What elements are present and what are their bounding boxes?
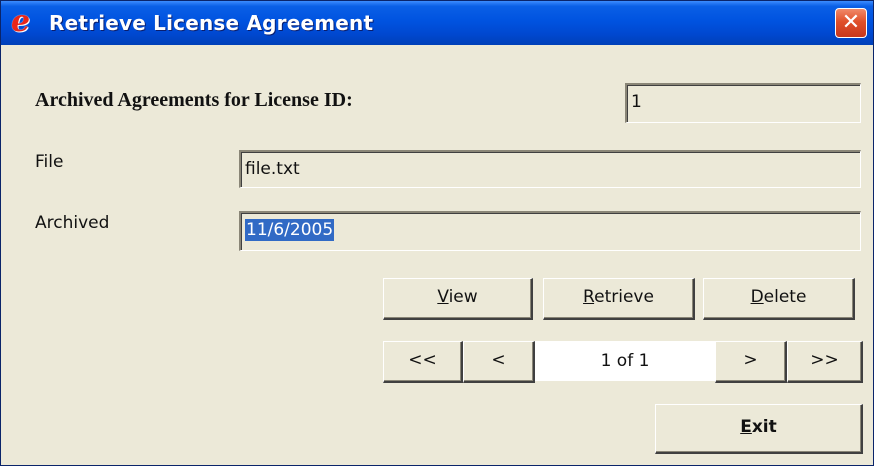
- archived-field[interactable]: 11/6/2005: [239, 211, 861, 251]
- close-button[interactable]: ✕: [835, 8, 867, 38]
- previous-record-button[interactable]: <: [463, 341, 535, 383]
- archived-label: Archived: [35, 213, 110, 233]
- first-record-button[interactable]: <<: [383, 341, 463, 383]
- last-record-button[interactable]: >>: [787, 341, 863, 383]
- file-field[interactable]: file.txt: [239, 150, 861, 188]
- view-button[interactable]: View: [383, 278, 533, 320]
- record-position: 1 of 1: [535, 341, 715, 381]
- window-title: Retrieve License Agreement: [49, 11, 374, 35]
- retrieve-license-dialog: e Retrieve License Agreement ✕ Archived …: [0, 0, 874, 466]
- app-e-icon: e: [11, 4, 31, 39]
- file-value: file.txt: [245, 159, 300, 179]
- license-id-label: Archived Agreements for License ID:: [35, 89, 353, 111]
- delete-button[interactable]: Delete: [703, 278, 855, 320]
- file-label: File: [35, 152, 64, 172]
- exit-button[interactable]: Exit: [655, 404, 863, 454]
- title-bar[interactable]: e Retrieve License Agreement ✕: [1, 1, 873, 45]
- license-id-value: 1: [631, 92, 642, 112]
- next-record-button[interactable]: >: [715, 341, 787, 383]
- close-icon: ✕: [841, 10, 861, 35]
- archived-value: 11/6/2005: [245, 219, 335, 241]
- license-id-field[interactable]: 1: [625, 83, 861, 123]
- retrieve-button[interactable]: Retrieve: [543, 278, 695, 320]
